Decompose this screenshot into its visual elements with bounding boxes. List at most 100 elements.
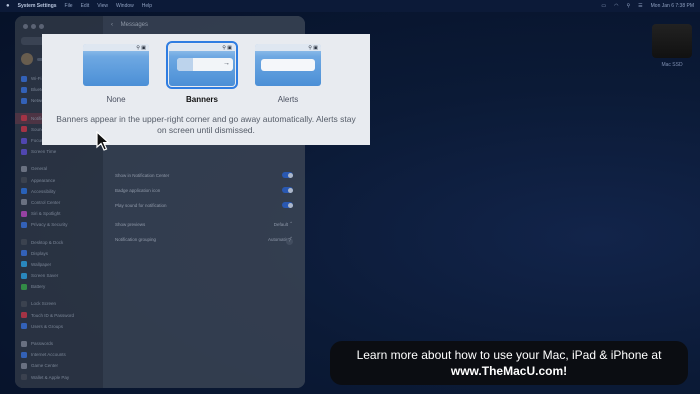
sidebar-item-screen-saver[interactable]: Screen Saver bbox=[15, 270, 103, 281]
menu-help[interactable]: Help bbox=[142, 3, 152, 9]
promo-banner: Learn more about how to use your Mac, iP… bbox=[330, 341, 688, 385]
help-button[interactable]: ? bbox=[286, 238, 293, 245]
sidebar-item-battery[interactable]: Battery bbox=[15, 281, 103, 292]
sidebar-icon bbox=[21, 340, 27, 347]
sidebar-item-lock-screen[interactable]: Lock Screen bbox=[15, 298, 103, 309]
control-center-icon[interactable]: ☰ bbox=[638, 3, 642, 9]
mouse-cursor-icon bbox=[96, 131, 110, 151]
sidebar-icon bbox=[21, 261, 27, 268]
sidebar-item-label: General bbox=[31, 166, 48, 172]
sidebar-item-wallpaper[interactable]: Wallpaper bbox=[15, 259, 103, 270]
sidebar-item-label: Siri & Spotlight bbox=[31, 211, 61, 217]
sidebar-item-general[interactable]: General bbox=[15, 163, 103, 174]
sidebar-item-label: Wallpaper bbox=[31, 261, 52, 267]
sidebar-item-label: Screen Time bbox=[31, 149, 57, 155]
window-controls bbox=[15, 24, 103, 29]
show-previews-select[interactable]: Default bbox=[274, 222, 288, 227]
sidebar-item-label: Wallet & Apple Pay bbox=[31, 374, 70, 380]
sidebar-icon bbox=[21, 239, 27, 246]
sidebar-item-label: Lock Screen bbox=[31, 301, 57, 307]
sidebar-icon bbox=[21, 126, 27, 133]
grouping-select[interactable]: Automatic bbox=[268, 237, 288, 242]
sidebar-item-label: Accessibility bbox=[31, 188, 56, 194]
search-icon: ⚲ ▣ bbox=[308, 45, 318, 51]
sidebar-icon bbox=[21, 374, 27, 381]
sidebar-item-label: Desktop & Dock bbox=[31, 239, 64, 245]
alert-style-description: Banners appear in the upper-right corner… bbox=[56, 114, 356, 135]
menu-view[interactable]: View bbox=[97, 3, 108, 9]
sidebar-item-label: Users & Groups bbox=[31, 323, 64, 329]
alert-style-alerts[interactable]: ⚲ ▣ Alerts bbox=[254, 44, 322, 104]
sidebar-icon bbox=[21, 86, 27, 93]
wifi-icon[interactable]: ◠ bbox=[614, 3, 618, 9]
search-icon: ⚲ ▣ bbox=[222, 45, 232, 51]
sidebar-item-touch-id-password[interactable]: Touch ID & Password bbox=[15, 310, 103, 321]
sidebar-icon bbox=[21, 75, 27, 82]
sidebar-item-displays[interactable]: Displays bbox=[15, 248, 103, 259]
avatar bbox=[21, 53, 33, 65]
search-menu-icon[interactable]: ⚲ bbox=[626, 3, 630, 9]
banners-preview: ⚲ ▣ → bbox=[166, 41, 238, 89]
sidebar-icon bbox=[21, 210, 27, 217]
sidebar-icon bbox=[21, 199, 27, 206]
zoom-window-button[interactable] bbox=[39, 24, 44, 29]
sidebar-item-accessibility[interactable]: Accessibility bbox=[15, 186, 103, 197]
row-show-in-notification-center: Show in Notification Center bbox=[115, 170, 293, 180]
close-window-button[interactable] bbox=[23, 24, 28, 29]
sidebar-icon bbox=[21, 188, 27, 195]
sidebar-item-label: Game Center bbox=[31, 363, 59, 369]
menu-app-name[interactable]: System Settings bbox=[18, 3, 57, 9]
sidebar-item-label: Internet Accounts bbox=[31, 352, 66, 358]
page-title: ‹ Messages bbox=[111, 22, 149, 28]
row-badge-icon: Badge application icon bbox=[115, 185, 293, 195]
play-sound-toggle[interactable] bbox=[282, 202, 293, 208]
drive-label[interactable]: Mac SSD bbox=[646, 62, 698, 68]
badge-icon-toggle[interactable] bbox=[282, 187, 293, 193]
drive-icon[interactable] bbox=[652, 24, 692, 58]
sidebar-icon bbox=[21, 250, 27, 257]
sidebar-icon bbox=[21, 323, 27, 330]
sidebar-item-passwords[interactable]: Passwords bbox=[15, 338, 103, 349]
sidebar-item-privacy-security[interactable]: Privacy & Security bbox=[15, 219, 103, 230]
sidebar-icon bbox=[21, 351, 27, 358]
sidebar-item-internet-accounts[interactable]: Internet Accounts bbox=[15, 349, 103, 360]
sidebar-item-control-center[interactable]: Control Center bbox=[15, 197, 103, 208]
show-in-nc-toggle[interactable] bbox=[282, 172, 293, 178]
sidebar-item-appearance[interactable]: Appearance bbox=[15, 175, 103, 186]
sidebar-icon bbox=[21, 362, 27, 369]
back-chevron-icon[interactable]: ‹ bbox=[111, 22, 113, 28]
battery-icon[interactable]: ▭ bbox=[601, 3, 606, 9]
apple-menu-icon[interactable]: ● bbox=[6, 3, 10, 9]
sidebar-icon bbox=[21, 283, 27, 290]
row-notification-grouping: Notification grouping Automatic ⌃ bbox=[115, 234, 293, 244]
alert-style-banners[interactable]: ⚲ ▣ → Banners bbox=[166, 41, 238, 104]
sidebar-icon bbox=[21, 300, 27, 307]
menu-window[interactable]: Window bbox=[116, 3, 134, 9]
sidebar-item-desktop-dock[interactable]: Desktop & Dock bbox=[15, 236, 103, 247]
sidebar-icon bbox=[21, 177, 27, 184]
alert-style-none[interactable]: ⚲ ▣ None bbox=[82, 44, 150, 104]
promo-url[interactable]: www.TheMacU.com! bbox=[451, 363, 567, 379]
sidebar-item-label: Control Center bbox=[31, 199, 61, 205]
sidebar-item-label: Touch ID & Password bbox=[31, 312, 75, 318]
sidebar-item-siri-spotlight[interactable]: Siri & Spotlight bbox=[15, 208, 103, 219]
alerts-preview: ⚲ ▣ bbox=[255, 44, 321, 86]
sidebar-icon bbox=[21, 137, 27, 144]
menu-edit[interactable]: Edit bbox=[81, 3, 90, 9]
sidebar-item-game-center[interactable]: Game Center bbox=[15, 360, 103, 371]
menu-file[interactable]: File bbox=[65, 3, 73, 9]
sidebar-item-label: Screen Saver bbox=[31, 273, 59, 279]
sidebar-item-users-groups[interactable]: Users & Groups bbox=[15, 321, 103, 332]
sidebar-icon bbox=[21, 97, 27, 104]
menu-clock[interactable]: Mon Jan 6 7:38 PM bbox=[651, 3, 694, 9]
search-icon: ⚲ ▣ bbox=[136, 45, 146, 51]
sidebar-item-label: Appearance bbox=[31, 177, 56, 183]
minimize-window-button[interactable] bbox=[31, 24, 36, 29]
status-area: ▭ ◠ ⚲ ☰ Mon Jan 6 7:38 PM bbox=[601, 3, 694, 9]
sidebar-item-wallet-apple-pay[interactable]: Wallet & Apple Pay bbox=[15, 372, 103, 383]
row-play-sound: Play sound for notification bbox=[115, 200, 293, 210]
menu-bar: ● System Settings File Edit View Window … bbox=[0, 0, 700, 12]
none-preview: ⚲ ▣ bbox=[83, 44, 149, 86]
sidebar-item-screen-time[interactable]: Screen Time bbox=[15, 146, 103, 157]
alert-card bbox=[261, 59, 315, 71]
